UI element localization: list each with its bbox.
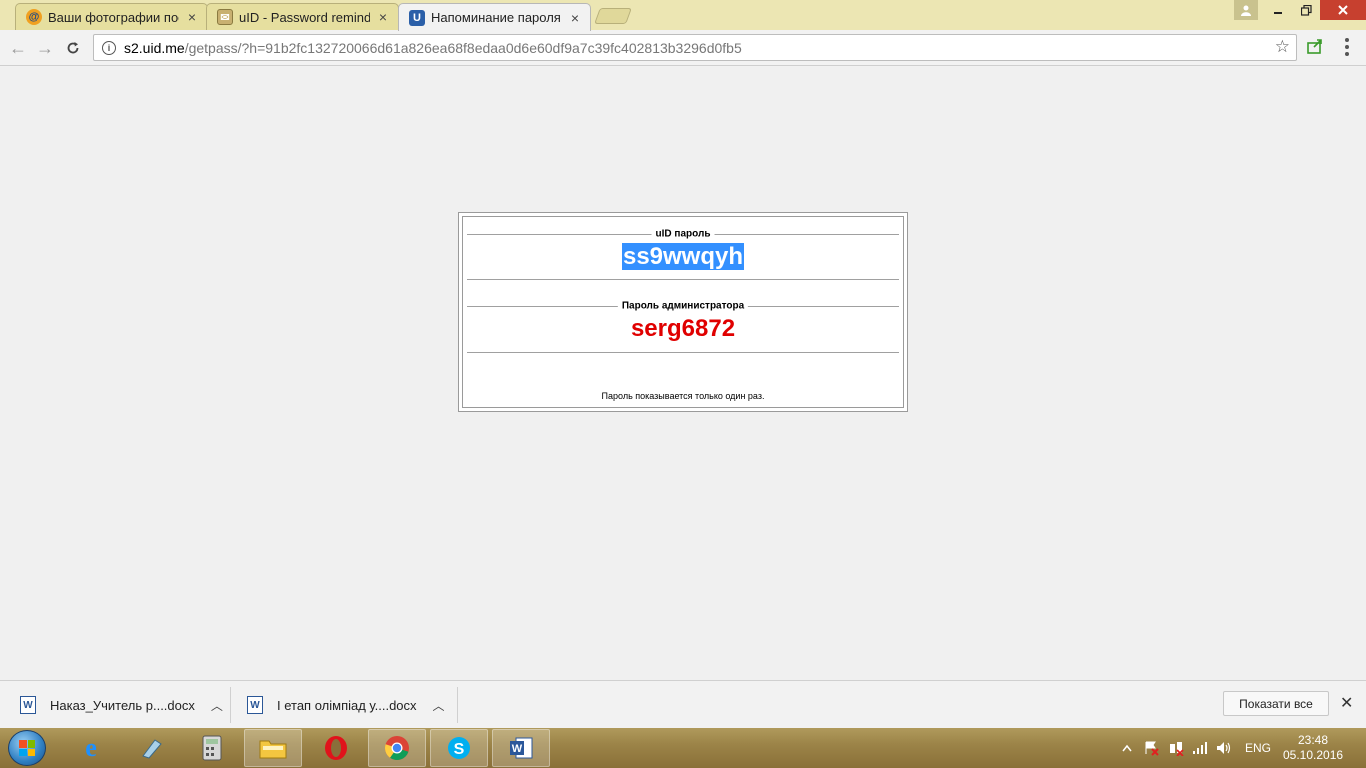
title-bar: @ Ваши фотографии посм × ✉ uID - Passwor… — [0, 0, 1366, 31]
uid-password-value: ss9wwqyh — [621, 243, 745, 270]
uid-password[interactable]: ss9wwqyh — [463, 243, 903, 271]
download-item[interactable]: W І етап олімпіад у....docx ︿ — [247, 688, 445, 722]
tab-label: uID - Password remindin — [239, 9, 370, 25]
language-indicator[interactable]: ENG — [1245, 728, 1271, 768]
download-filename: І етап олімпіад у....docx — [277, 697, 417, 713]
word-doc-icon: W — [20, 696, 36, 714]
signal-icon[interactable] — [1192, 728, 1208, 768]
divider — [467, 352, 899, 353]
at-sign-icon: @ — [26, 9, 42, 25]
new-tab-button[interactable] — [594, 8, 632, 24]
downloads-shelf: W Наказ_Учитель р....docx ︿ W І етап олі… — [0, 680, 1366, 728]
bookmark-star-icon[interactable]: ☆ — [1275, 37, 1290, 57]
chevron-up-icon[interactable]: ︿ — [211, 697, 223, 714]
one-time-note: Пароль показывается только один раз. — [601, 391, 765, 401]
skype-icon[interactable]: S — [430, 729, 488, 767]
taskbar: e S W ENG 23:48 05.10.2016 — [0, 728, 1366, 768]
tab-photos[interactable]: @ Ваши фотографии посм × — [15, 3, 208, 30]
back-arrow-icon[interactable]: ← — [7, 37, 29, 59]
uid-section-title: uID пароль — [651, 228, 715, 240]
divider — [457, 687, 458, 723]
password-card: uID пароль ss9wwqyh Пароль администратор… — [458, 212, 908, 412]
show-all-button[interactable]: Показати все — [1223, 691, 1329, 716]
uid-favicon: U — [409, 9, 425, 26]
extension-icon[interactable] — [1305, 36, 1325, 56]
tab-label: Напоминание пароля — [431, 10, 561, 25]
close-icon[interactable]: × — [568, 10, 582, 26]
info-icon[interactable]: i — [102, 40, 116, 55]
clock-time: 23:48 — [1297, 733, 1329, 747]
restore-icon[interactable] — [1292, 0, 1320, 20]
internet-explorer-icon[interactable]: e — [62, 729, 120, 767]
page-content: uID пароль ss9wwqyh Пароль администратор… — [0, 67, 1366, 680]
divider — [467, 279, 899, 280]
download-filename: Наказ_Учитель р....docx — [50, 697, 195, 713]
svg-text:S: S — [454, 741, 465, 758]
minimize-icon[interactable] — [1264, 0, 1292, 20]
forward-arrow-icon[interactable]: → — [34, 37, 56, 59]
admin-section-title: Пароль администратора — [617, 300, 749, 312]
close-icon[interactable]: × — [376, 9, 390, 25]
opera-icon[interactable] — [307, 729, 365, 767]
tab-uid-password-reminding[interactable]: ✉ uID - Password remindin × — [206, 3, 399, 30]
svg-text:W: W — [512, 743, 523, 755]
uid-section-divider: uID пароль — [467, 228, 899, 240]
download-item[interactable]: W Наказ_Учитель р....docx ︿ — [20, 688, 223, 722]
tab-password-reminder[interactable]: U Напоминание пароля × — [398, 3, 591, 31]
close-window-icon[interactable] — [1320, 0, 1366, 20]
windows-logo-icon — [19, 740, 35, 756]
chrome-menu-icon[interactable] — [1340, 37, 1354, 57]
word-doc-icon: W — [247, 696, 263, 714]
mail-icon: ✉ — [217, 9, 233, 25]
action-center-icon[interactable] — [1143, 728, 1159, 768]
calculator-icon[interactable] — [183, 729, 241, 767]
admin-section-divider: Пароль администратора — [467, 300, 899, 312]
network-device-icon[interactable] — [1168, 728, 1184, 768]
url-path: /getpass/?h=91b2fc132720066d61a826ea68f8… — [184, 39, 742, 56]
close-icon[interactable]: × — [185, 9, 199, 25]
browser-toolbar: ← → i s2.uid.me/getpass/?h=91b2fc1327200… — [0, 30, 1366, 66]
url-host: s2.uid.me — [124, 39, 185, 56]
reload-icon[interactable] — [62, 37, 84, 59]
notepad-icon[interactable] — [122, 729, 180, 767]
close-icon[interactable]: ✕ — [1340, 693, 1353, 713]
tab-label: Ваши фотографии посм — [48, 9, 179, 25]
word-icon[interactable]: W — [492, 729, 550, 767]
start-button[interactable] — [8, 730, 46, 766]
file-explorer-icon[interactable] — [244, 729, 302, 767]
clock-date: 05.10.2016 — [1283, 748, 1344, 762]
show-hidden-icons[interactable] — [1122, 728, 1132, 768]
volume-icon[interactable] — [1216, 728, 1232, 768]
admin-password[interactable]: serg6872 — [463, 315, 903, 343]
chevron-up-icon[interactable]: ︿ — [433, 697, 445, 714]
user-profile-icon[interactable] — [1234, 0, 1258, 20]
clock[interactable]: 23:48 05.10.2016 — [1283, 733, 1343, 763]
divider — [230, 687, 231, 723]
chrome-icon[interactable] — [368, 729, 426, 767]
address-bar[interactable]: i s2.uid.me/getpass/?h=91b2fc132720066d6… — [93, 34, 1297, 61]
